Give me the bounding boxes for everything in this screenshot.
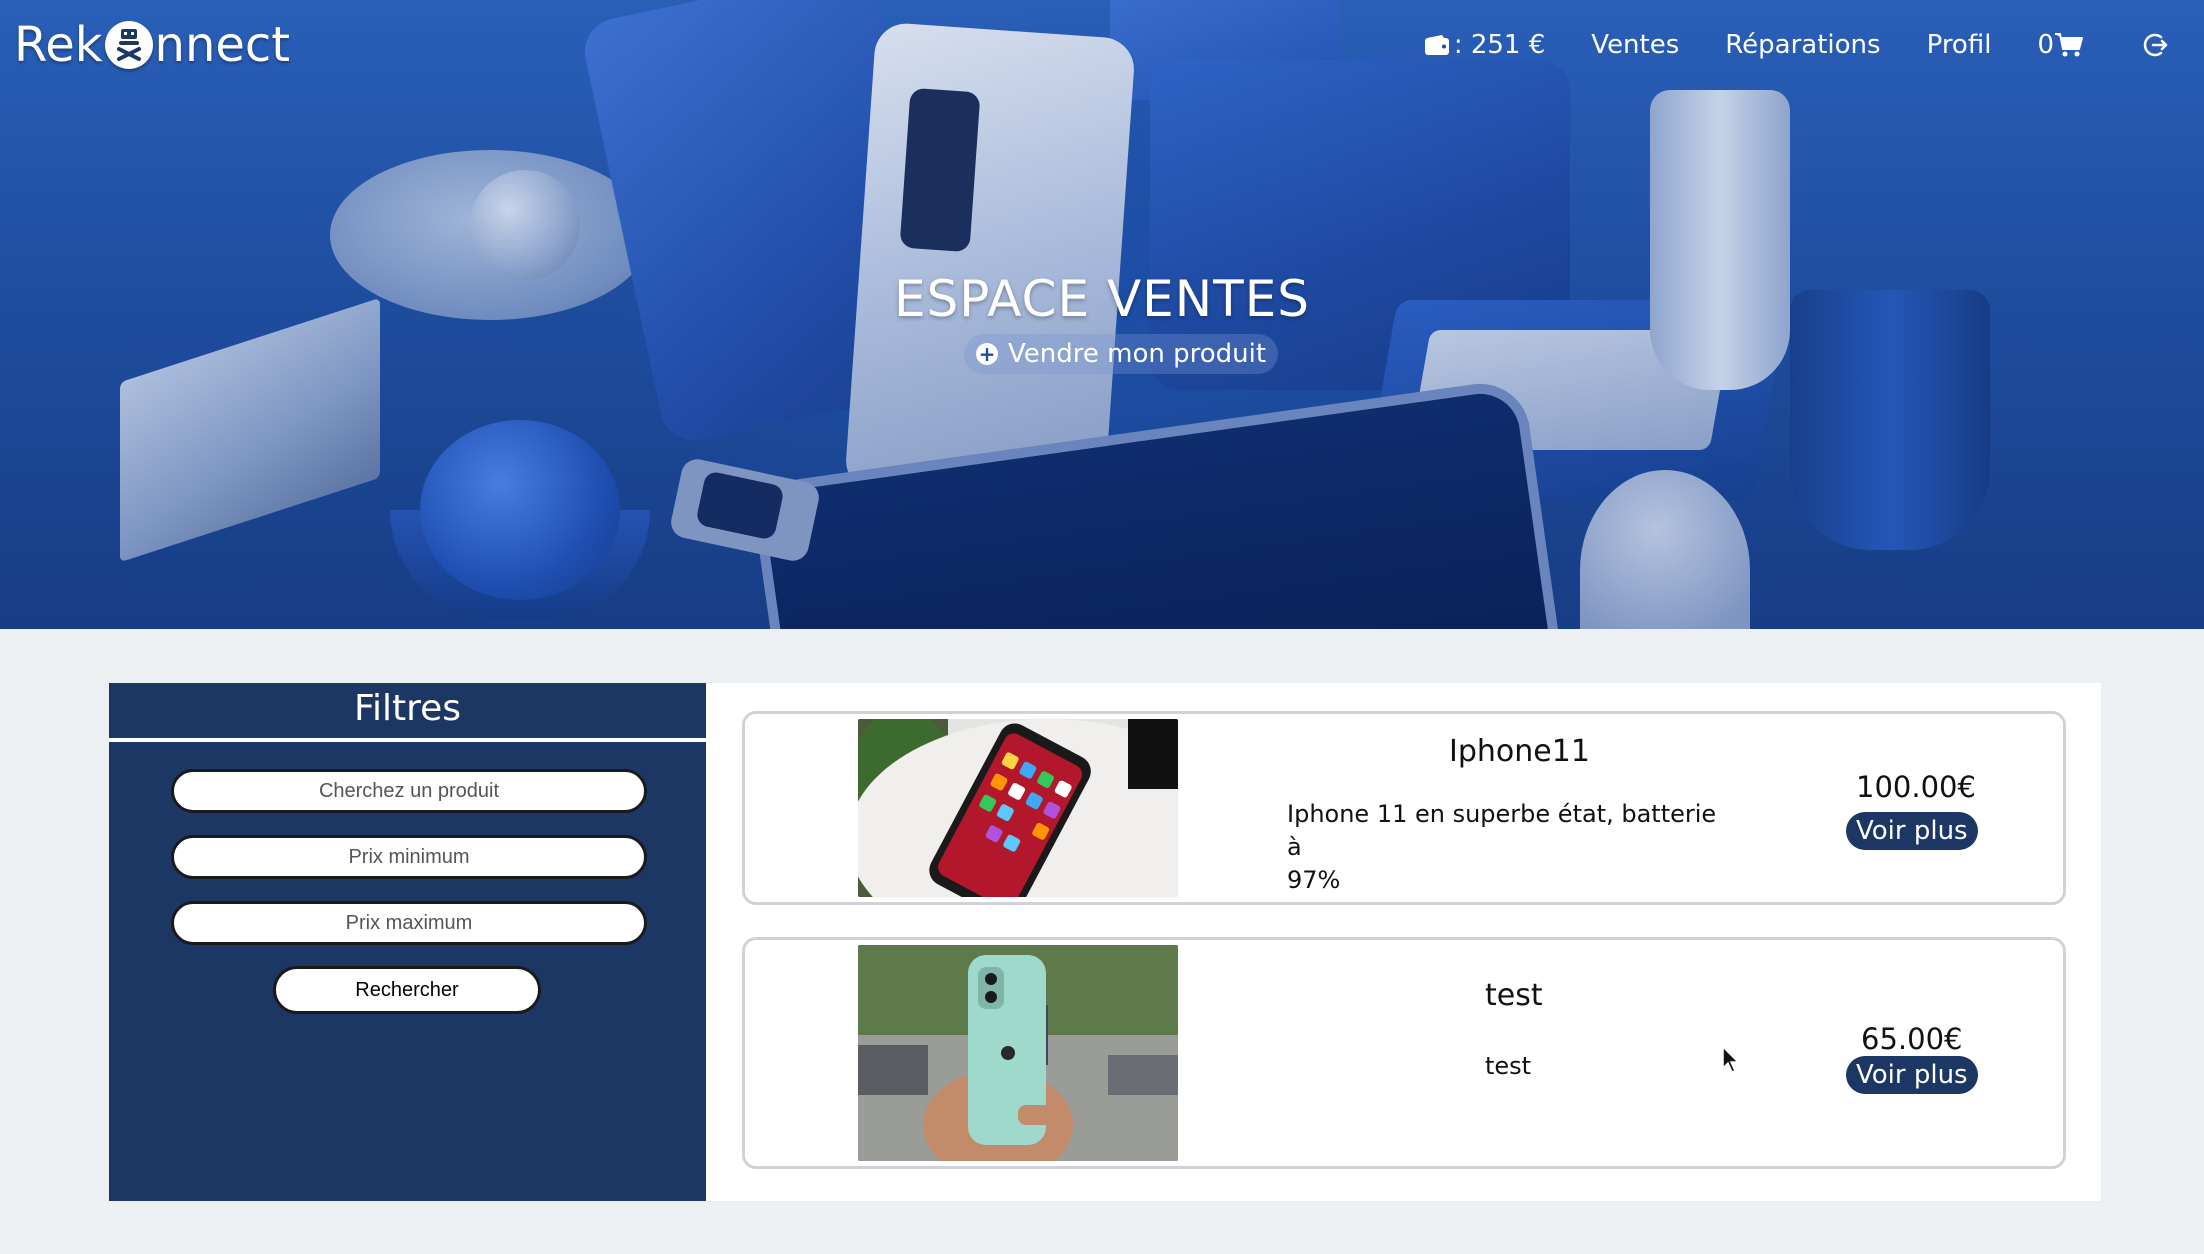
max-price-input[interactable] bbox=[171, 901, 647, 945]
brand-name-left: Rek bbox=[14, 17, 103, 73]
mouse-cursor-icon bbox=[1722, 1046, 1740, 1073]
hero-phone-screen bbox=[899, 87, 981, 253]
see-more-button[interactable]: Voir plus bbox=[1846, 1056, 1978, 1094]
search-button[interactable]: Rechercher bbox=[273, 966, 541, 1014]
hero-mug bbox=[1790, 290, 1990, 550]
product-title: Iphone11 bbox=[1449, 734, 1590, 769]
cart-count: 0 bbox=[2037, 30, 2054, 60]
see-more-button[interactable]: Voir plus bbox=[1846, 812, 1978, 850]
wallet-icon bbox=[1424, 35, 1449, 55]
sales-content: Filtres Rechercher bbox=[109, 683, 2101, 1201]
filters-panel: Filtres Rechercher bbox=[109, 683, 706, 1201]
product-description: Iphone 11 en superbe état, batterie à 97… bbox=[1287, 798, 1727, 897]
nav-profile-link[interactable]: Profil bbox=[1927, 30, 1992, 60]
filters-title: Filtres bbox=[109, 683, 706, 742]
brand-name-right: nnect bbox=[154, 17, 291, 73]
robot-badge-icon bbox=[104, 21, 153, 69]
product-card: Iphone11 Iphone 11 en superbe état, batt… bbox=[742, 711, 2066, 905]
logout-button[interactable] bbox=[2140, 31, 2168, 59]
product-card: test test 65.00€ Voir plus bbox=[742, 937, 2066, 1169]
product-price: 65.00€ bbox=[1861, 1022, 1963, 1056]
product-description-line: 97% bbox=[1287, 866, 1341, 894]
mint-iphone-photo[interactable] bbox=[858, 945, 1178, 1161]
hero-phone-white bbox=[843, 21, 1137, 509]
plus-circle-icon: + bbox=[976, 343, 998, 365]
logout-icon bbox=[2143, 33, 2168, 57]
product-search-input[interactable] bbox=[171, 769, 647, 813]
cart-button[interactable]: 0 bbox=[2037, 30, 2084, 60]
nav-sales-link[interactable]: Ventes bbox=[1591, 30, 1679, 60]
wallet-amount: : 251 € bbox=[1453, 30, 1546, 60]
top-nav: : 251 € Ventes Réparations Profil 0 bbox=[1424, 22, 2204, 68]
red-iphone-photo[interactable] bbox=[858, 719, 1178, 897]
nav-repairs-link[interactable]: Réparations bbox=[1725, 30, 1880, 60]
product-price: 100.00€ bbox=[1856, 770, 1976, 804]
page-title: ESPACE VENTES bbox=[893, 270, 1311, 328]
hero-pencil-cup bbox=[1650, 90, 1790, 390]
hero-sphere bbox=[470, 170, 580, 280]
hero-books bbox=[120, 297, 380, 563]
product-description: test bbox=[1485, 1050, 1685, 1083]
sell-product-label: Vendre mon produit bbox=[1008, 339, 1267, 369]
product-description-line: Iphone 11 en superbe état, batterie à bbox=[1287, 800, 1717, 861]
brand-logo[interactable]: Rek nnect bbox=[14, 14, 290, 76]
min-price-input[interactable] bbox=[171, 835, 647, 879]
product-title: test bbox=[1485, 978, 1543, 1013]
product-description-line: test bbox=[1485, 1052, 1532, 1080]
wallet-balance[interactable]: : 251 € bbox=[1424, 30, 1545, 60]
hero-pot bbox=[420, 420, 620, 600]
sell-product-button[interactable]: + Vendre mon produit bbox=[964, 334, 1279, 374]
cart-icon bbox=[2055, 33, 2083, 57]
